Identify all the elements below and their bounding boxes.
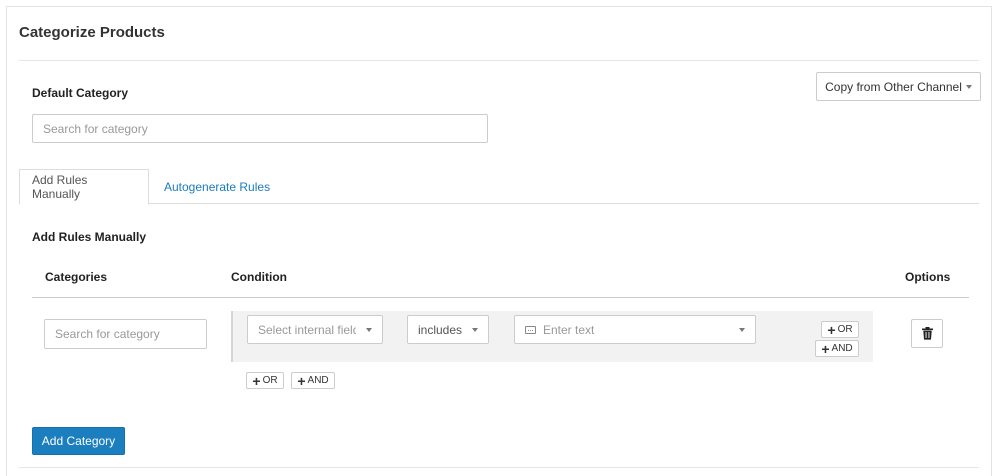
title-divider — [19, 60, 979, 61]
plus-icon: + — [821, 340, 830, 357]
default-category-search-input[interactable] — [32, 114, 488, 143]
delete-rule-button[interactable] — [911, 319, 943, 348]
plus-icon: + — [827, 321, 836, 338]
plus-icon: + — [252, 372, 261, 389]
plus-icon: + — [297, 372, 306, 389]
operator-value: includes — [418, 322, 463, 337]
bottom-divider — [19, 467, 979, 468]
condition-group: Select internal field includes Enter tex… — [231, 311, 873, 362]
column-header-options: Options — [905, 270, 951, 284]
caret-down-icon — [366, 328, 372, 332]
condition-text-input[interactable]: Enter text — [514, 315, 756, 344]
rule-category-search-input[interactable] — [44, 319, 207, 349]
or-label: OR — [837, 324, 853, 335]
caret-down-icon — [739, 328, 745, 332]
add-and-condition-button[interactable]: + AND — [815, 340, 859, 357]
and-label: AND — [831, 343, 853, 354]
table-header-divider — [32, 297, 969, 298]
section-title: Add Rules Manually — [32, 230, 147, 244]
copy-button-label: Copy from Other Channel — [825, 79, 962, 94]
panel-title: Categorize Products — [19, 24, 165, 41]
operator-select[interactable]: includes — [407, 315, 489, 344]
trash-icon — [921, 327, 933, 340]
group-and-label: AND — [307, 375, 329, 386]
group-or-label: OR — [262, 375, 278, 386]
categorize-products-panel: Categorize Products Default Category Cop… — [6, 6, 992, 476]
internal-field-select[interactable]: Select internal field — [247, 315, 383, 344]
condition-text-placeholder: Enter text — [543, 322, 595, 337]
column-header-categories: Categories — [45, 270, 108, 284]
copy-from-other-channel-button[interactable]: Copy from Other Channel — [816, 72, 981, 101]
default-category-label: Default Category — [32, 86, 129, 100]
caret-down-icon — [472, 328, 478, 332]
add-or-condition-button[interactable]: + OR — [821, 321, 859, 338]
add-category-button[interactable]: Add Category — [32, 427, 125, 455]
add-or-group-button[interactable]: + OR — [246, 372, 284, 389]
rule-tabs: Add Rules Manually Autogenerate Rules — [19, 169, 979, 205]
caret-down-icon — [965, 84, 972, 89]
internal-field-placeholder: Select internal field — [258, 322, 356, 337]
tab-autogenerate-rules[interactable]: Autogenerate Rules — [152, 169, 282, 204]
add-and-group-button[interactable]: + AND — [291, 372, 335, 389]
column-header-condition: Condition — [231, 270, 287, 284]
keyboard-icon — [525, 325, 536, 334]
tab-add-rules-manually[interactable]: Add Rules Manually — [19, 169, 149, 205]
